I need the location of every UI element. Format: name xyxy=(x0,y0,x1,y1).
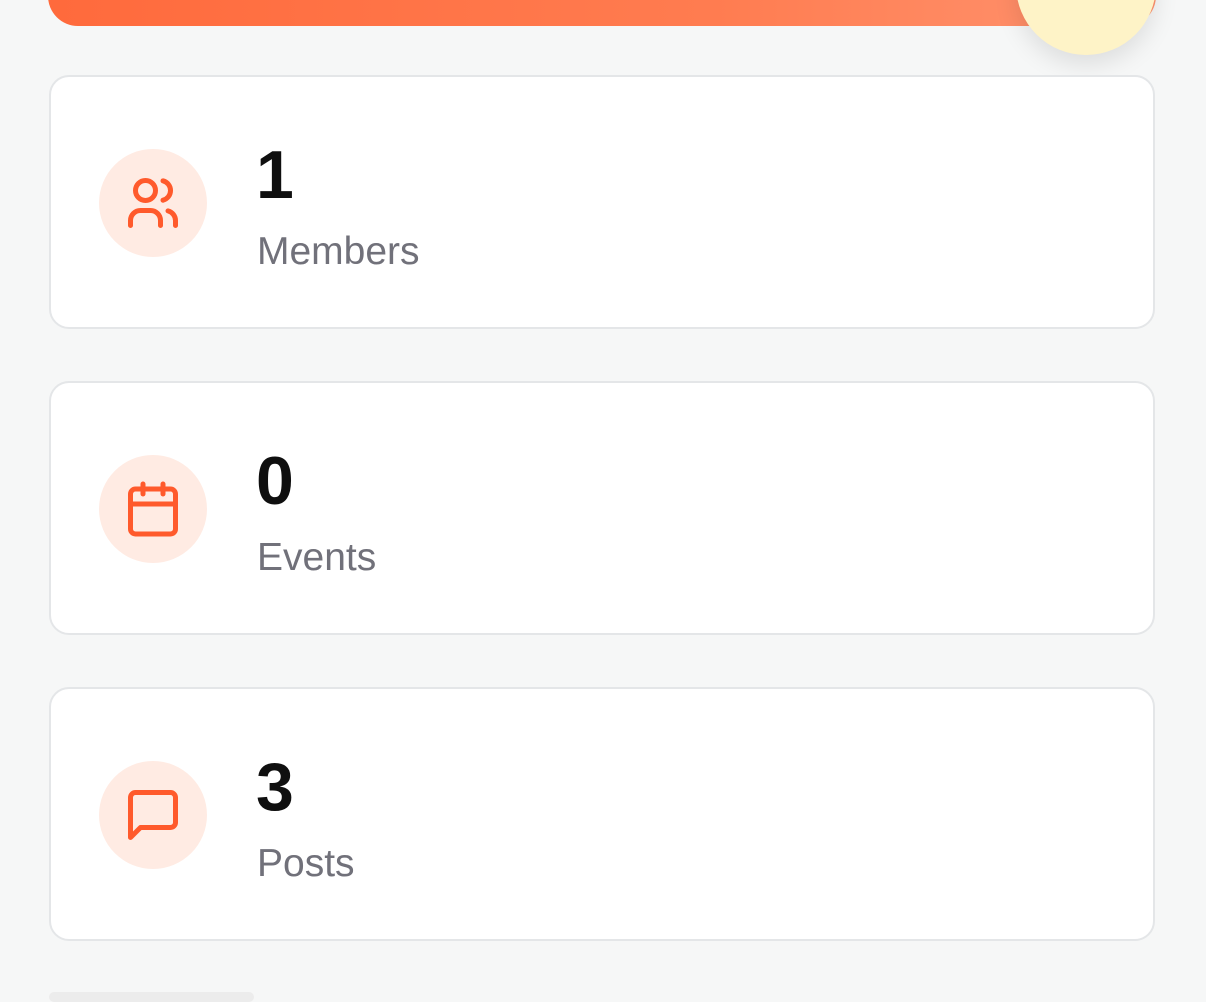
members-icon-badge xyxy=(99,149,207,257)
message-square-icon xyxy=(128,790,178,840)
header-banner xyxy=(48,0,1156,26)
calendar-icon xyxy=(128,481,178,537)
events-icon-badge xyxy=(99,455,207,563)
members-count: 1 xyxy=(256,137,294,213)
posts-label: Posts xyxy=(257,842,355,885)
stat-card-members[interactable]: 1 Members xyxy=(49,75,1155,329)
events-count: 0 xyxy=(256,443,294,519)
events-label: Events xyxy=(257,536,377,579)
posts-icon-badge xyxy=(99,761,207,869)
stat-card-posts[interactable]: 3 Posts xyxy=(49,687,1155,941)
posts-count: 3 xyxy=(256,749,294,825)
users-icon xyxy=(128,178,178,228)
next-section-edge xyxy=(49,992,254,1002)
members-label: Members xyxy=(257,230,420,273)
stat-card-events[interactable]: 0 Events xyxy=(49,381,1155,635)
floating-action-button[interactable] xyxy=(1016,0,1156,55)
